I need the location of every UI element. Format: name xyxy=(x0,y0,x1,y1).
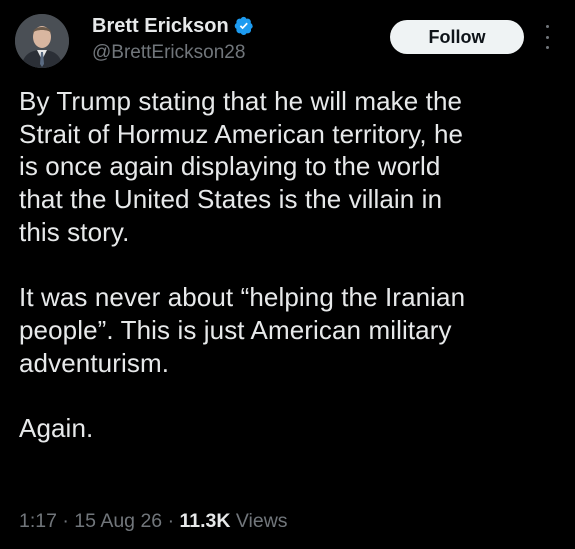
more-dot xyxy=(545,46,549,49)
post-time[interactable]: 1:17 xyxy=(19,510,57,532)
post-paragraph: By Trump stating that he will make the S… xyxy=(19,86,464,247)
follow-button[interactable]: Follow xyxy=(390,20,524,54)
avatar[interactable] xyxy=(15,14,69,68)
post-meta: 1:17 · 15 Aug 26 · 11.3K Views xyxy=(19,510,288,533)
meta-separator: · xyxy=(62,510,69,532)
post-paragraph: It was never about “helping the Iranian … xyxy=(19,282,466,378)
post-paragraph: Again. xyxy=(19,413,94,443)
author-handle[interactable]: @BrettErickson28 xyxy=(92,42,254,64)
author-display-name[interactable]: Brett Erickson xyxy=(92,15,229,38)
more-dot xyxy=(545,35,549,39)
post-text: By Trump stating that he will make the S… xyxy=(19,85,559,445)
name-row: Brett Erickson xyxy=(92,13,254,39)
verified-badge-icon[interactable] xyxy=(234,16,254,36)
more-options-icon[interactable] xyxy=(540,25,554,49)
views-count: 11.3K xyxy=(179,510,231,532)
more-dot xyxy=(545,25,549,28)
avatar-photo xyxy=(15,14,69,68)
views-label: Views xyxy=(235,510,288,532)
post-header: Brett Erickson @BrettErickson28 Follow xyxy=(0,0,575,80)
meta-separator: · xyxy=(167,510,175,532)
author-names: Brett Erickson @BrettErickson28 xyxy=(92,13,254,64)
post-date[interactable]: 15 Aug 26 xyxy=(74,510,162,532)
